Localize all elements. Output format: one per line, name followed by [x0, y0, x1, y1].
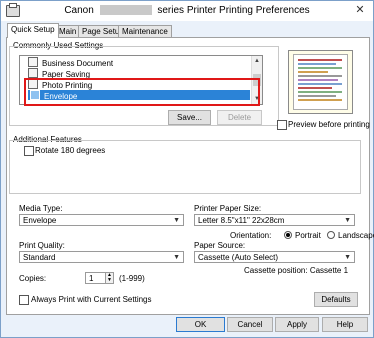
cancel-button[interactable]: Cancel	[227, 317, 273, 332]
apply-button[interactable]: Apply	[275, 317, 319, 332]
copies-range: (1-999)	[119, 274, 145, 283]
copies-input[interactable]: 1	[85, 272, 106, 284]
ok-button[interactable]: OK	[176, 317, 225, 332]
print-quality-select[interactable]: Standard ▼	[19, 251, 184, 263]
chevron-down-icon: ▼	[173, 217, 180, 224]
paper-source-label: Paper Source:	[194, 241, 246, 250]
always-print-label: Always Print with Current Settings	[31, 295, 152, 304]
title-suffix: series Printer Printing Preferences	[157, 5, 310, 16]
defaults-button[interactable]: Defaults	[314, 292, 358, 307]
chevron-down-icon: ▼	[344, 217, 351, 224]
preview-before-printing-label: Preview before printing	[288, 120, 370, 129]
copies-label: Copies:	[19, 274, 47, 283]
printing-preferences-window: Canon series Printer Printing Preference…	[0, 0, 374, 338]
chevron-down-icon: ▼	[173, 254, 180, 261]
orientation-portrait-label: Portrait	[295, 231, 321, 240]
orientation-portrait-radio[interactable]	[284, 231, 292, 239]
close-icon[interactable]: ✕	[347, 1, 373, 19]
window-title: Canon series Printer Printing Preference…	[1, 5, 373, 16]
chevron-down-icon: ▼	[344, 254, 351, 261]
paper-source-select[interactable]: Cassette (Auto Select) ▼	[194, 251, 355, 263]
help-button[interactable]: Help	[322, 317, 368, 332]
redacted-model-name	[99, 5, 152, 16]
orientation-landscape-label: Landscape	[338, 231, 374, 240]
cassette-position-text: Cassette position: Cassette 1	[244, 266, 349, 275]
title-bar: Canon series Printer Printing Preference…	[1, 1, 373, 21]
tab-maintenance[interactable]: Maintenance	[118, 25, 172, 37]
tab-quick-setup[interactable]: Quick Setup	[7, 23, 59, 38]
rotate-180-checkbox[interactable]	[24, 146, 34, 156]
always-print-checkbox[interactable]	[19, 295, 29, 305]
orientation-label: Orientation:	[230, 231, 272, 240]
orientation-landscape-radio[interactable]	[327, 231, 335, 239]
save-button[interactable]: Save...	[168, 110, 211, 125]
tab-main[interactable]: Main	[55, 25, 81, 37]
media-type-label: Media Type:	[19, 204, 63, 213]
title-prefix: Canon	[64, 5, 94, 16]
print-quality-label: Print Quality:	[19, 241, 65, 250]
printer-paper-size-label: Printer Paper Size:	[194, 204, 262, 213]
print-preview-thumbnail	[288, 50, 353, 114]
scroll-up-icon[interactable]: ▲	[252, 56, 262, 66]
document-icon	[28, 68, 38, 78]
printer-paper-size-select[interactable]: Letter 8.5"x11" 22x28cm ▼	[194, 214, 355, 226]
copies-stepper[interactable]: ▲ ▼	[105, 272, 114, 284]
media-type-select[interactable]: Envelope ▼	[19, 214, 184, 226]
rotate-180-label: Rotate 180 degrees	[35, 146, 106, 155]
list-item[interactable]: Business Document	[20, 57, 113, 68]
preview-before-printing-checkbox[interactable]	[277, 120, 287, 130]
annotation-highlight	[24, 78, 260, 106]
document-icon	[28, 57, 38, 67]
preview-page	[293, 54, 348, 110]
delete-button[interactable]: Delete	[217, 110, 262, 125]
list-item[interactable]: Paper Saving	[20, 68, 90, 79]
